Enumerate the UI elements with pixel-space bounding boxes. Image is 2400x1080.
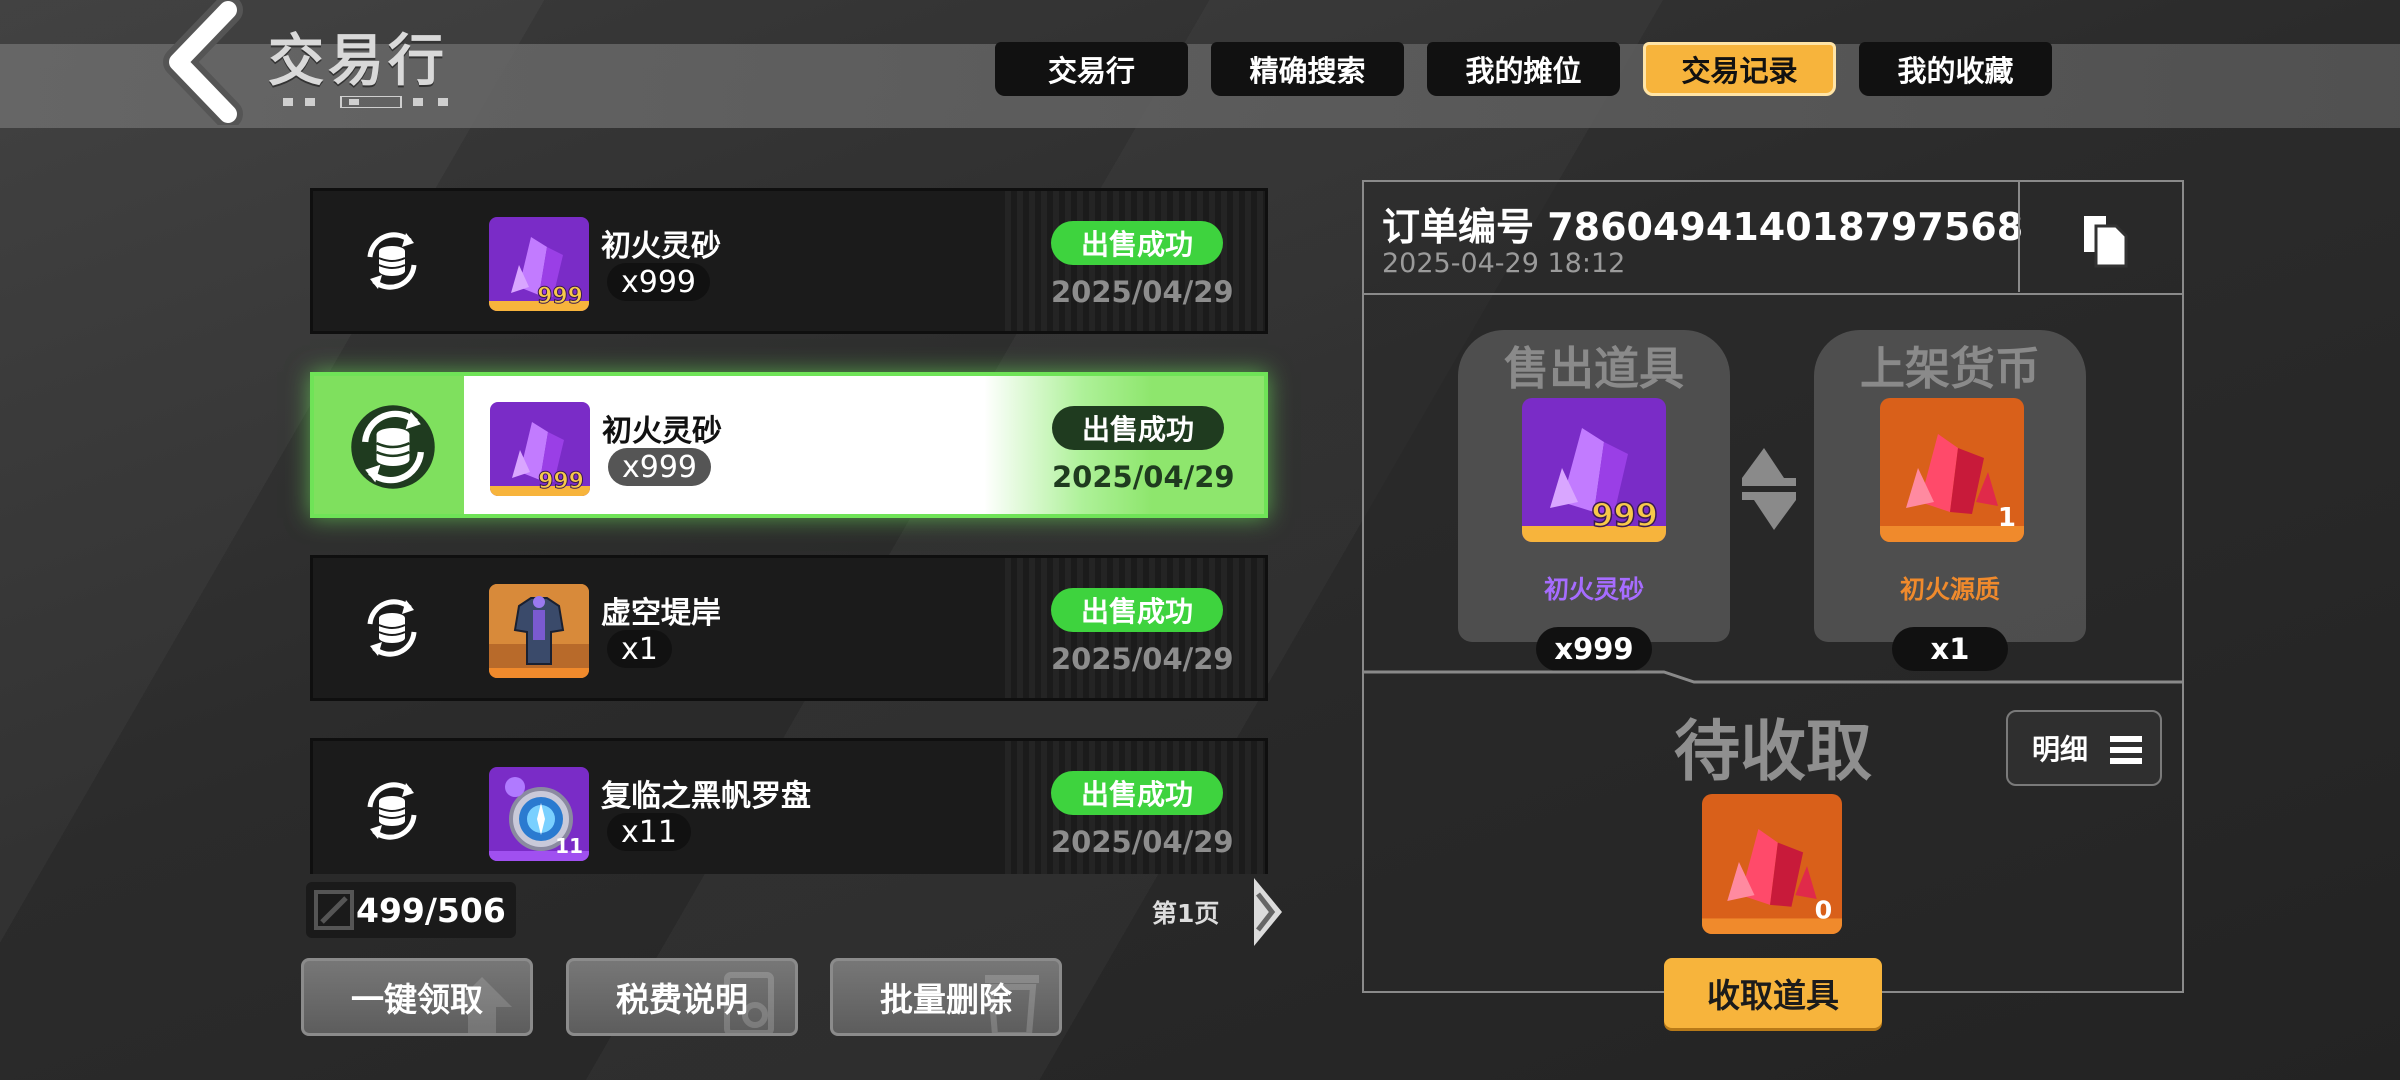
coin-cycle-icon — [367, 232, 417, 290]
record-row[interactable]: 11 复临之黑帆罗盘 x11 出售成功 2025/04/29 — [310, 738, 1268, 874]
claim-all-label: 一键领取 — [351, 980, 483, 1019]
next-page-arrow-icon[interactable] — [1248, 872, 1288, 952]
sold-item-name: 初火灵砂 — [1543, 575, 1644, 604]
sold-item-title: 售出道具 — [1503, 342, 1684, 395]
tab-my-stall[interactable]: 我的摊位 — [1427, 42, 1620, 96]
copy-icon — [2084, 216, 2128, 268]
item-name: 初火灵砂 — [602, 414, 722, 449]
item-count-badge: 0 — [1815, 895, 1833, 924]
item-count-badge: 999 — [538, 469, 584, 494]
record-date: 2025/04/29 — [1051, 275, 1234, 309]
compass-icon: 11 — [489, 767, 589, 861]
chevron-left-icon — [163, 0, 243, 129]
status-badge: 出售成功 — [1051, 588, 1223, 632]
status-badge: 出售成功 — [1051, 771, 1223, 815]
status-badge: 出售成功 — [1051, 221, 1223, 265]
purple-crystal-icon: 999 — [489, 217, 589, 311]
item-count-badge: 999 — [1591, 496, 1658, 534]
armor-icon — [489, 584, 589, 678]
batch-delete-label: 批量删除 — [880, 980, 1012, 1019]
order-number: 订单编号 786049414018797568 — [1382, 205, 2024, 249]
copy-button[interactable] — [2018, 182, 2184, 292]
title-decoration — [283, 96, 448, 108]
coin-cycle-icon — [367, 782, 417, 840]
purple-crystal-icon: 999 — [490, 402, 590, 496]
record-date: 2025/04/29 — [1051, 642, 1234, 676]
coin-cycle-icon — [351, 405, 435, 489]
tax-info-button[interactable]: 税费说明 — [566, 958, 798, 1036]
menu-icon — [2110, 736, 2142, 764]
item-quantity: x1 — [607, 630, 672, 668]
listing-currency-name: 初火源质 — [1899, 575, 2000, 604]
item-quantity: x11 — [607, 813, 691, 851]
claim-all-button[interactable]: 一键领取 — [301, 958, 533, 1036]
listing-currency-quantity: x1 — [1892, 627, 2008, 671]
item-quantity: x999 — [608, 448, 712, 486]
tab-my-favorites[interactable]: 我的收藏 — [1859, 42, 2052, 96]
order-time: 2025-04-29 18:12 — [1382, 248, 1626, 279]
red-crystal-icon: 0 — [1702, 794, 1842, 934]
tab-trade-records[interactable]: 交易记录 — [1643, 42, 1836, 96]
record-row[interactable]: 虚空堤岸 x1 出售成功 2025/04/29 — [310, 555, 1268, 701]
item-name: 初火灵砂 — [601, 229, 721, 264]
record-date: 2025/04/29 — [1052, 460, 1235, 494]
item-count-badge: 999 — [537, 284, 583, 309]
back-button[interactable] — [150, 0, 260, 129]
tax-info-label: 税费说明 — [616, 980, 748, 1019]
purple-crystal-icon: 999 — [1522, 398, 1666, 542]
pending-title: 待收取 — [1674, 713, 1872, 790]
claim-item-button[interactable]: 收取道具 — [1664, 958, 1882, 1028]
section-divider — [1364, 670, 2182, 684]
tab-precise-search[interactable]: 精确搜索 — [1211, 42, 1404, 96]
record-count: 499/506 — [306, 882, 516, 938]
red-crystal-icon: 1 — [1880, 398, 2024, 542]
coin-cycle-icon — [367, 599, 417, 657]
status-badge: 出售成功 — [1052, 406, 1224, 450]
item-name: 虚空堤岸 — [601, 596, 721, 631]
record-row-selected[interactable]: 999 初火灵砂 x999 出售成功 2025/04/29 — [310, 372, 1268, 518]
listing-currency-title: 上架货币 — [1859, 342, 2040, 395]
record-count-text: 499/506 — [356, 890, 506, 930]
swap-arrows-icon — [1742, 448, 1796, 530]
record-row[interactable]: 999 初火灵砂 x999 出售成功 2025/04/29 — [310, 188, 1268, 334]
batch-delete-button[interactable]: 批量删除 — [830, 958, 1062, 1036]
details-button[interactable]: 明细 — [2006, 710, 2162, 786]
page-title: 交易行 — [268, 29, 448, 94]
details-label: 明细 — [2032, 733, 2089, 766]
sold-item-quantity: x999 — [1536, 627, 1652, 671]
item-name: 复临之黑帆罗盘 — [601, 779, 811, 814]
record-date: 2025/04/29 — [1051, 825, 1234, 859]
item-quantity: x999 — [607, 263, 711, 301]
edit-icon — [314, 890, 354, 930]
item-count-badge: 1 — [1998, 503, 2016, 533]
page-indicator: 第1页 — [1152, 899, 1220, 928]
item-count-badge: 11 — [555, 834, 583, 858]
tab-trading-house[interactable]: 交易行 — [995, 42, 1188, 96]
